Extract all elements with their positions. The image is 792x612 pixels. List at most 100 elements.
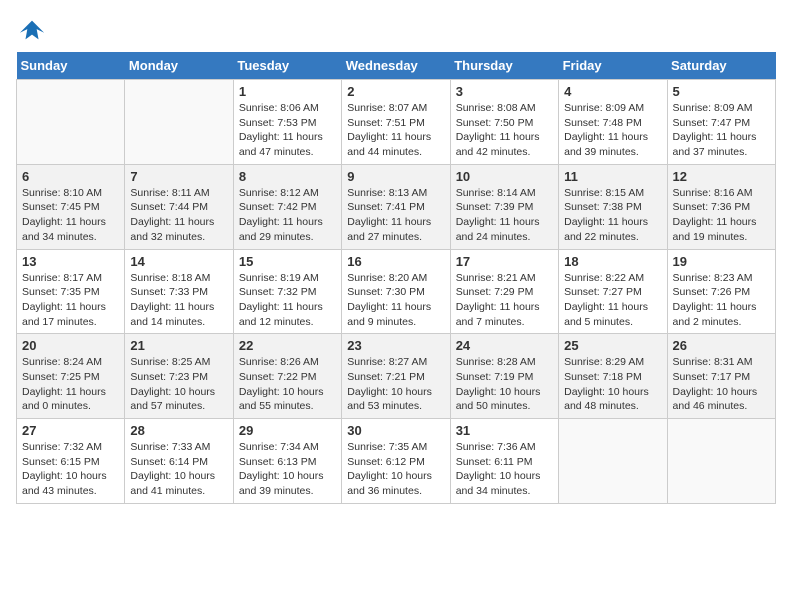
calendar-cell: 28Sunrise: 7:33 AM Sunset: 6:14 PM Dayli… [125,419,233,504]
day-number: 5 [673,84,770,99]
day-info: Sunrise: 8:29 AM Sunset: 7:18 PM Dayligh… [564,355,661,414]
calendar-cell: 16 Sunrise: 8:20 AM Sunset: 7:30 PM Dayli… [342,249,450,334]
calendar-cell [125,80,233,165]
day-info: Sunrise: 8:20 AM Sunset: 7:30 PM Dayligh… [347,271,444,330]
calendar-cell: 3Sunrise: 8:08 AM Sunset: 7:50 PM Daylig… [450,80,558,165]
day-number: 7 [130,169,227,184]
calendar-cell: 4 Sunrise: 8:09 AM Sunset: 7:48 PM Daylig… [559,80,667,165]
day-info: Sunrise: 7:35 AM Sunset: 6:12 PM Dayligh… [347,440,444,499]
day-number: 18 [564,254,661,269]
day-number: 23 [347,338,444,353]
header-saturday: Saturday [667,52,775,80]
day-info: Sunrise: 8:14 AM Sunset: 7:39 PM Dayligh… [456,186,553,245]
day-info: Sunrise: 7:34 AM Sunset: 6:13 PM Dayligh… [239,440,336,499]
calendar-cell [559,419,667,504]
day-number: 13 [22,254,119,269]
calendar-cell: 14Sunrise: 8:18 AM Sunset: 7:33 PM Dayli… [125,249,233,334]
calendar-cell [667,419,775,504]
calendar-week-5: 27Sunrise: 7:32 AM Sunset: 6:15 PM Dayli… [17,419,776,504]
calendar-cell: 2 Sunrise: 8:07 AM Sunset: 7:51 PM Daylig… [342,80,450,165]
day-number: 6 [22,169,119,184]
header-friday: Friday [559,52,667,80]
calendar-cell: 21Sunrise: 8:25 AM Sunset: 7:23 PM Dayli… [125,334,233,419]
day-info: Sunrise: 7:32 AM Sunset: 6:15 PM Dayligh… [22,440,119,499]
day-info: Sunrise: 8:16 AM Sunset: 7:36 PM Dayligh… [673,186,770,245]
day-number: 12 [673,169,770,184]
day-info: Sunrise: 8:08 AM Sunset: 7:50 PM Dayligh… [456,101,553,160]
header [16,16,776,40]
day-number: 11 [564,169,661,184]
day-info: Sunrise: 8:19 AM Sunset: 7:32 PM Dayligh… [239,271,336,330]
calendar-cell: 18 Sunrise: 8:22 AM Sunset: 7:27 PM Dayli… [559,249,667,334]
day-number: 30 [347,423,444,438]
calendar-cell: 27Sunrise: 7:32 AM Sunset: 6:15 PM Dayli… [17,419,125,504]
day-number: 25 [564,338,661,353]
day-number: 2 [347,84,444,99]
calendar-cell: 12 Sunrise: 8:16 AM Sunset: 7:36 PM Dayli… [667,164,775,249]
calendar-cell: 15 Sunrise: 8:19 AM Sunset: 7:32 PM Dayli… [233,249,341,334]
day-info: Sunrise: 8:12 AM Sunset: 7:42 PM Dayligh… [239,186,336,245]
calendar-week-2: 6 Sunrise: 8:10 AM Sunset: 7:45 PM Daylig… [17,164,776,249]
calendar-cell: 23 Sunrise: 8:27 AM Sunset: 7:21 PM Dayli… [342,334,450,419]
day-info: Sunrise: 7:33 AM Sunset: 6:14 PM Dayligh… [130,440,227,499]
day-number: 19 [673,254,770,269]
header-monday: Monday [125,52,233,80]
calendar-cell: 17 Sunrise: 8:21 AM Sunset: 7:29 PM Dayli… [450,249,558,334]
calendar-cell: 19 Sunrise: 8:23 AM Sunset: 7:26 PM Dayli… [667,249,775,334]
day-info: Sunrise: 8:31 AM Sunset: 7:17 PM Dayligh… [673,355,770,414]
calendar-week-4: 20 Sunrise: 8:24 AM Sunset: 7:25 PM Dayli… [17,334,776,419]
header-tuesday: Tuesday [233,52,341,80]
logo [16,16,46,40]
day-number: 1 [239,84,336,99]
day-info: Sunrise: 8:06 AM Sunset: 7:53 PM Dayligh… [239,101,336,160]
day-info: Sunrise: 8:27 AM Sunset: 7:21 PM Dayligh… [347,355,444,414]
header-wednesday: Wednesday [342,52,450,80]
calendar-cell: 13 Sunrise: 8:17 AM Sunset: 7:35 PM Dayli… [17,249,125,334]
day-number: 20 [22,338,119,353]
calendar-cell: 30 Sunrise: 7:35 AM Sunset: 6:12 PM Dayli… [342,419,450,504]
day-info: Sunrise: 8:07 AM Sunset: 7:51 PM Dayligh… [347,101,444,160]
day-number: 10 [456,169,553,184]
day-info: Sunrise: 8:22 AM Sunset: 7:27 PM Dayligh… [564,271,661,330]
day-info: Sunrise: 8:09 AM Sunset: 7:48 PM Dayligh… [564,101,661,160]
day-number: 31 [456,423,553,438]
day-number: 21 [130,338,227,353]
day-info: Sunrise: 8:13 AM Sunset: 7:41 PM Dayligh… [347,186,444,245]
calendar-cell [17,80,125,165]
calendar-cell: 26 Sunrise: 8:31 AM Sunset: 7:17 PM Dayli… [667,334,775,419]
header-sunday: Sunday [17,52,125,80]
day-number: 9 [347,169,444,184]
day-info: Sunrise: 8:26 AM Sunset: 7:22 PM Dayligh… [239,355,336,414]
day-info: Sunrise: 8:10 AM Sunset: 7:45 PM Dayligh… [22,186,119,245]
calendar-cell: 25 Sunrise: 8:29 AM Sunset: 7:18 PM Dayli… [559,334,667,419]
calendar-week-3: 13 Sunrise: 8:17 AM Sunset: 7:35 PM Dayli… [17,249,776,334]
logo-bird-icon [18,16,46,44]
day-number: 26 [673,338,770,353]
day-number: 24 [456,338,553,353]
day-info: Sunrise: 8:24 AM Sunset: 7:25 PM Dayligh… [22,355,119,414]
day-info: Sunrise: 8:21 AM Sunset: 7:29 PM Dayligh… [456,271,553,330]
calendar-cell: 7 Sunrise: 8:11 AM Sunset: 7:44 PM Daylig… [125,164,233,249]
day-info: Sunrise: 8:23 AM Sunset: 7:26 PM Dayligh… [673,271,770,330]
day-number: 17 [456,254,553,269]
day-number: 22 [239,338,336,353]
day-info: Sunrise: 8:28 AM Sunset: 7:19 PM Dayligh… [456,355,553,414]
calendar-cell: 6 Sunrise: 8:10 AM Sunset: 7:45 PM Daylig… [17,164,125,249]
day-info: Sunrise: 8:11 AM Sunset: 7:44 PM Dayligh… [130,186,227,245]
day-info: Sunrise: 8:17 AM Sunset: 7:35 PM Dayligh… [22,271,119,330]
day-number: 16 [347,254,444,269]
calendar-cell: 20 Sunrise: 8:24 AM Sunset: 7:25 PM Dayli… [17,334,125,419]
day-number: 4 [564,84,661,99]
calendar-cell: 5Sunrise: 8:09 AM Sunset: 7:47 PM Daylig… [667,80,775,165]
day-number: 8 [239,169,336,184]
day-number: 15 [239,254,336,269]
calendar-cell: 10 Sunrise: 8:14 AM Sunset: 7:39 PM Dayli… [450,164,558,249]
day-info: Sunrise: 8:18 AM Sunset: 7:33 PM Dayligh… [130,271,227,330]
calendar-cell: 31Sunrise: 7:36 AM Sunset: 6:11 PM Dayli… [450,419,558,504]
calendar-cell: 11Sunrise: 8:15 AM Sunset: 7:38 PM Dayli… [559,164,667,249]
calendar-cell: 8 Sunrise: 8:12 AM Sunset: 7:42 PM Daylig… [233,164,341,249]
calendar-header-row: SundayMondayTuesdayWednesdayThursdayFrid… [17,52,776,80]
header-thursday: Thursday [450,52,558,80]
calendar-cell: 29Sunrise: 7:34 AM Sunset: 6:13 PM Dayli… [233,419,341,504]
calendar-cell: 24 Sunrise: 8:28 AM Sunset: 7:19 PM Dayli… [450,334,558,419]
